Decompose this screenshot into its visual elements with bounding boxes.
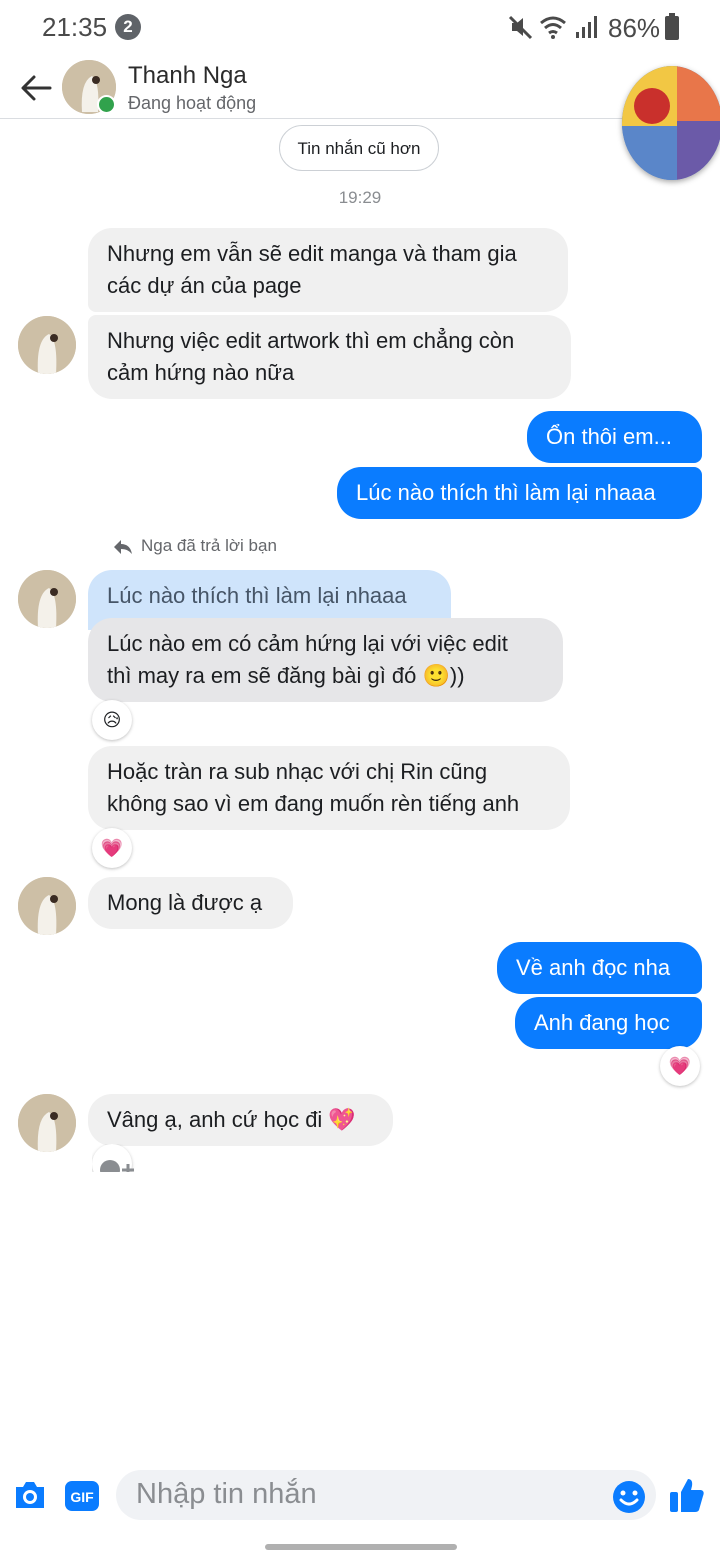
- back-arrow-icon[interactable]: [20, 74, 52, 102]
- add-reaction-button[interactable]: [92, 1144, 142, 1172]
- notification-count-badge: 2: [115, 14, 141, 40]
- camera-icon[interactable]: [12, 1479, 48, 1511]
- gif-icon[interactable]: GIF: [64, 1480, 100, 1512]
- older-messages-button[interactable]: Tin nhắn cũ hơn: [279, 125, 439, 171]
- contact-name[interactable]: Thanh Nga: [128, 62, 247, 90]
- outgoing-message[interactable]: Anh đang học: [515, 997, 702, 1049]
- message-timestamp: 19:29: [338, 188, 382, 207]
- outgoing-message[interactable]: Ổn thôi em...: [527, 411, 702, 463]
- reaction-badge[interactable]: 💗: [92, 828, 132, 868]
- incoming-message[interactable]: Vâng ạ, anh cứ học đi 💖: [88, 1094, 393, 1146]
- contact-avatar-small[interactable]: [18, 316, 76, 374]
- contact-avatar-small[interactable]: [18, 1094, 76, 1152]
- battery-icon: [665, 13, 679, 40]
- reaction-badge[interactable]: 💗: [660, 1046, 700, 1086]
- contact-status: Đang hoạt động: [128, 93, 257, 113]
- battery-percentage: 86%: [608, 13, 661, 43]
- contact-avatar-small[interactable]: [18, 570, 76, 628]
- reply-icon: [114, 540, 132, 554]
- thumbs-up-icon[interactable]: [668, 1476, 706, 1514]
- signal-icon: [576, 16, 597, 38]
- emoji-icon[interactable]: [612, 1480, 646, 1514]
- status-time: 21:35: [42, 12, 108, 42]
- incoming-message[interactable]: Hoặc tràn ra sub nhạc với chị Rin cũng k…: [88, 746, 570, 830]
- reaction-badge[interactable]: 😥: [92, 700, 132, 740]
- outgoing-message[interactable]: Về anh đọc nha: [497, 942, 702, 994]
- incoming-message[interactable]: Nhưng việc edit artwork thì em chẳng còn…: [88, 315, 571, 399]
- outgoing-message[interactable]: Lúc nào thích thì làm lại nhaaa: [337, 467, 702, 519]
- gesture-nav-bar[interactable]: [265, 1544, 457, 1550]
- contact-avatar-small[interactable]: [18, 877, 76, 935]
- incoming-message[interactable]: Mong là được ạ: [88, 877, 293, 929]
- online-indicator: [97, 95, 116, 114]
- message-input-placeholder: Nhập tin nhắn: [136, 1478, 317, 1510]
- add-reaction-icon: [100, 1160, 134, 1172]
- incoming-message[interactable]: Nhưng em vẫn sẽ edit manga và tham gia c…: [88, 228, 568, 312]
- wifi-icon: [540, 16, 566, 39]
- chat-head-bubble[interactable]: [622, 66, 720, 180]
- incoming-message[interactable]: Lúc nào em có cảm hứng lại với việc edit…: [88, 618, 563, 702]
- header-divider: [0, 118, 640, 119]
- svg-text:GIF: GIF: [70, 1489, 94, 1505]
- mute-icon: [508, 15, 533, 40]
- reply-note: Nga đã trả lời bạn: [141, 536, 277, 555]
